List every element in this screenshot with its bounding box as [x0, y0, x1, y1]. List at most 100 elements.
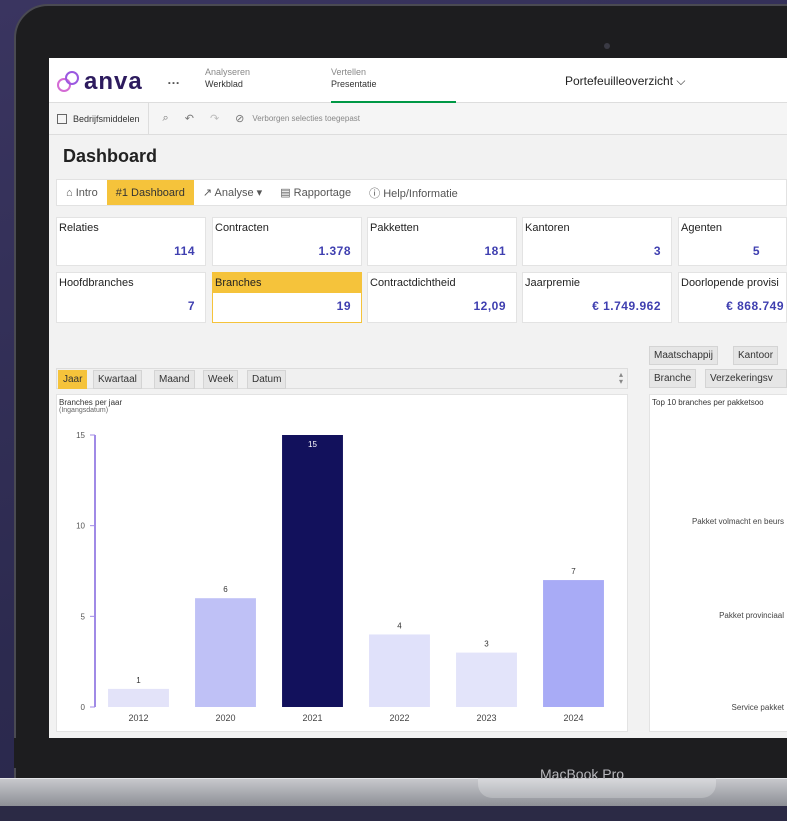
nav-rapportage[interactable]: ▤ Rapportage	[271, 180, 360, 205]
kpi-label: Doorlopende provisi	[681, 277, 779, 289]
kpi-pakketten[interactable]: Pakketten 181	[367, 217, 517, 266]
logo-text: anva	[84, 68, 143, 95]
kpi-jaarpremie[interactable]: Jaarpremie € 1.749.962	[522, 272, 672, 323]
chart-subtitle: (Ingangsdatum)	[59, 407, 109, 414]
page-title: Dashboard	[63, 146, 158, 166]
laptop-bezel	[14, 738, 787, 768]
bar-2020[interactable]	[195, 598, 256, 707]
logo-icon	[57, 70, 81, 94]
nav-dashboard[interactable]: #1 Dashboard	[106, 180, 194, 205]
data-label: 15	[308, 440, 317, 449]
app-screen: anva … Analyseren Werkblad Vertellen Pre…	[49, 58, 787, 738]
filter-maatschappij[interactable]: Maatschappij	[649, 346, 718, 365]
device-brand: MacBook Pro	[540, 766, 625, 782]
x-tick-label: 2012	[128, 713, 148, 723]
filter-kwartaal[interactable]: Kwartaal	[93, 370, 142, 389]
kpi-label: Kantoren	[525, 222, 570, 234]
kpi-relaties[interactable]: Relaties 114	[56, 217, 206, 266]
portfolio-dropdown[interactable]: Portefeuilleoverzicht ⌵	[565, 74, 685, 89]
selection-bar: Bedrijfsmiddelen ⌕ ↶ ↷ ⊘ Verborgen selec…	[49, 102, 787, 135]
y-tick-label: 15	[76, 431, 85, 440]
bar-2021[interactable]	[282, 435, 343, 707]
right-chart-label: Pakket volmacht en beurs	[691, 517, 784, 526]
scroll-arrows-icon[interactable]: ▴ ▾	[619, 371, 623, 386]
app-header: anva … Analyseren Werkblad Vertellen Pre…	[49, 58, 787, 103]
filter-verzekeringsvorm[interactable]: Verzekeringsv	[705, 369, 787, 388]
x-tick-label: 2024	[563, 713, 583, 723]
kpi-value: 12,09	[473, 299, 506, 313]
filter-branche[interactable]: Branche	[649, 369, 697, 388]
kpi-doorlopende-provisie[interactable]: Doorlopende provisi € 868.749	[678, 272, 787, 323]
kpi-contracten[interactable]: Contracten 1.378	[212, 217, 362, 266]
hidden-selections-text: Verborgen selecties toegepast	[252, 114, 361, 123]
x-tick-label: 2023	[476, 713, 496, 723]
kpi-label: Agenten	[681, 222, 722, 234]
bar-2022[interactable]	[369, 634, 430, 707]
assets-button[interactable]: Bedrijfsmiddelen	[49, 102, 149, 135]
kpi-label: Relaties	[59, 222, 99, 234]
filter-week[interactable]: Week	[203, 370, 239, 389]
y-tick-label: 0	[81, 703, 86, 712]
clear-selections-icon[interactable]: ⊘	[235, 112, 244, 125]
kpi-value: 114	[174, 244, 195, 258]
kpi-value: € 868.749	[726, 299, 784, 313]
nav-analyse[interactable]: ↗ Analyse ▾	[194, 180, 271, 205]
tab-analyseren[interactable]: Analyseren Werkblad	[205, 66, 250, 90]
kpi-label: Pakketten	[370, 222, 419, 234]
filter-kantoor[interactable]: Kantoor	[733, 346, 779, 365]
panel-icon	[57, 113, 67, 124]
bar-2012[interactable]	[108, 688, 169, 707]
kpi-label: Hoofdbranches	[59, 277, 134, 289]
sheet-nav: ⌂ Intro #1 Dashboard ↗ Analyse ▾ ▤ Rappo…	[56, 179, 787, 206]
camera-icon	[604, 43, 610, 49]
bar-chart: 0 5 10 15 1 2012 6 2020 15 2021 4 2022 3 2023 7 2024	[76, 431, 604, 723]
kpi-hoofdbranches[interactable]: Hoofdbranches 7	[56, 272, 206, 323]
x-tick-label: 2021	[302, 713, 322, 723]
assets-label: Bedrijfsmiddelen	[73, 113, 140, 124]
kpi-value: 5	[752, 244, 760, 258]
kpi-contractdichtheid[interactable]: Contractdichtheid 12,09	[367, 272, 517, 323]
tab-werkblad-label: Werkblad	[205, 79, 243, 89]
kpi-value: 181	[484, 244, 506, 258]
tab-vertellen[interactable]: Vertellen Presentatie	[331, 66, 456, 103]
step-forward-icon[interactable]: ↷	[210, 112, 219, 125]
kpi-label: Contractdichtheid	[370, 277, 456, 289]
data-label: 7	[571, 567, 576, 576]
tab-analyseren-label: Analyseren	[205, 67, 251, 77]
bar-2023[interactable]	[456, 652, 517, 707]
y-tick-label: 10	[76, 522, 85, 531]
kpi-value: 3	[653, 244, 661, 258]
kpi-agenten[interactable]: Agenten 5	[678, 217, 787, 266]
kpi-label: Branches	[213, 273, 361, 293]
data-label: 4	[397, 621, 402, 630]
kpi-branches[interactable]: Branches 19	[212, 272, 362, 323]
nav-intro[interactable]: ⌂ Intro	[57, 180, 107, 205]
kpi-kantoren[interactable]: Kantoren 3	[522, 217, 672, 266]
kpi-label: Contracten	[215, 222, 269, 234]
nav-help[interactable]: ⓘ Help/Informatie	[360, 180, 467, 205]
right-chart-title: Top 10 branches per pakketsoo	[652, 398, 764, 407]
kpi-value: 7	[187, 299, 195, 313]
kpi-label: Jaarpremie	[525, 277, 581, 289]
filter-maand[interactable]: Maand	[154, 370, 195, 389]
bar-2024[interactable]	[543, 580, 604, 707]
tab-presentatie-label: Presentatie	[331, 79, 377, 89]
kpi-value: 1.378	[318, 244, 351, 258]
right-chart-label: Service pakket	[731, 703, 784, 712]
app-logo[interactable]: anva	[57, 68, 143, 96]
tab-vertellen-label: Vertellen	[331, 67, 367, 77]
desk-background	[0, 806, 787, 821]
top-branches-panel: Top 10 branches per pakketsoo Pakket vol…	[649, 394, 787, 732]
branches-chart-panel: Branches per jaar (Ingangsdatum) 0 5 10 15 1…	[56, 394, 628, 732]
more-menu-button[interactable]: …	[167, 72, 180, 87]
x-tick-label: 2022	[389, 713, 409, 723]
right-chart-label: Pakket provinciaal	[719, 611, 784, 620]
step-back-icon[interactable]: ↶	[185, 112, 194, 125]
data-label: 6	[223, 585, 228, 594]
x-tick-label: 2020	[215, 713, 235, 723]
kpi-value: 19	[336, 299, 351, 313]
smart-search-icon[interactable]: ⌕	[163, 112, 169, 125]
chart-title: Branches per jaar	[59, 398, 123, 407]
filter-jaar[interactable]: Jaar	[58, 370, 88, 389]
filter-datum[interactable]: Datum	[247, 370, 287, 389]
